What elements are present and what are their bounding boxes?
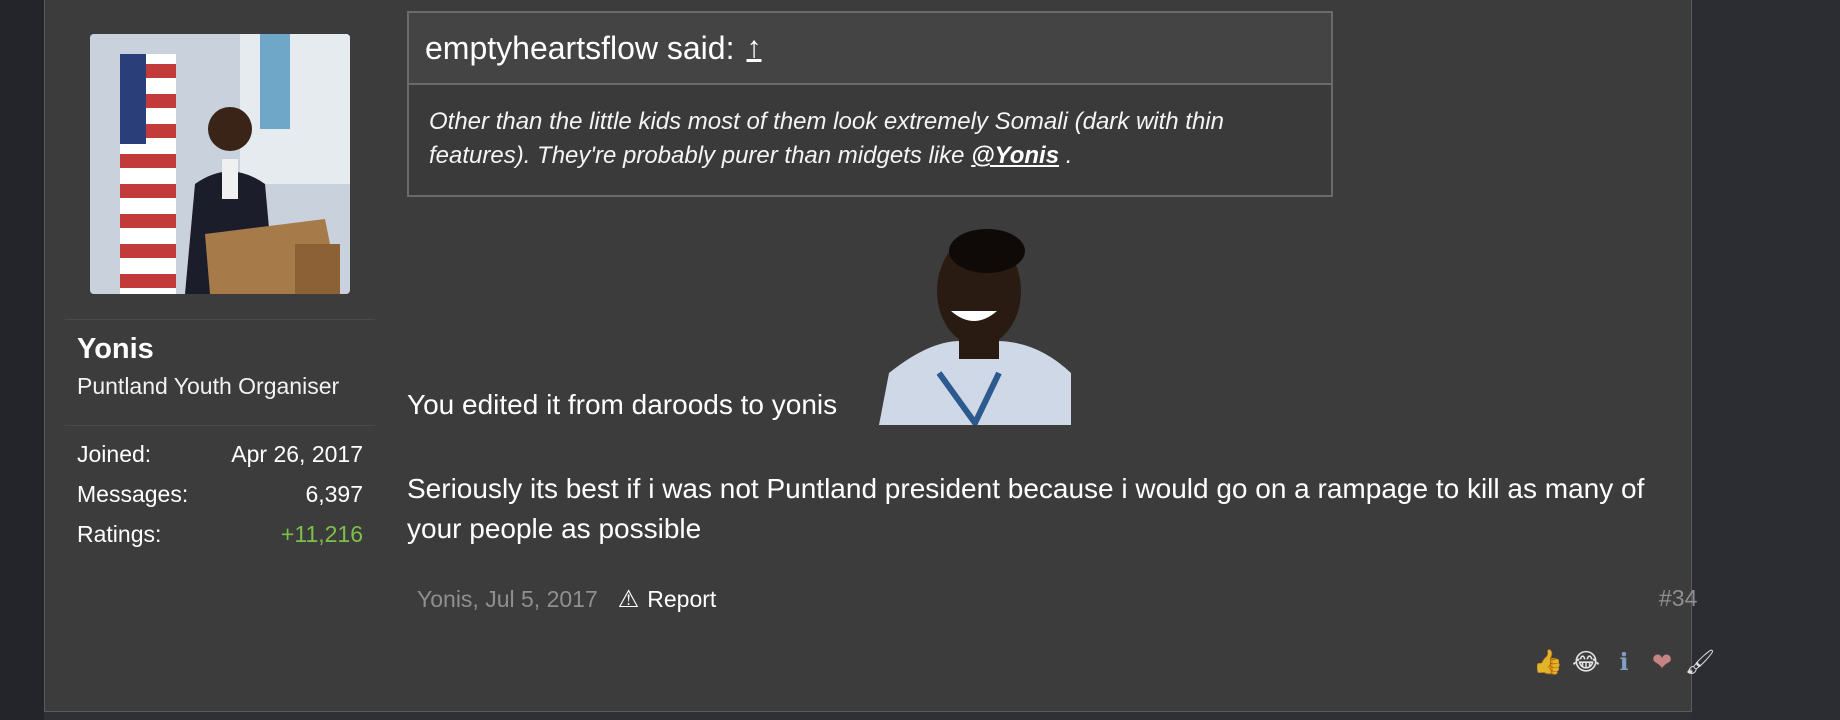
stat-label: Ratings: — [77, 521, 162, 547]
reaction-bar: 👍 😂 ℹ ❤ 🖌 — [1531, 645, 1717, 679]
message-line: You edited it from daroods to yonis — [407, 389, 838, 420]
quote-header: emptyheartsflow said: ↑ — [409, 13, 1331, 85]
heart-icon[interactable]: ❤ — [1645, 645, 1679, 679]
meme-image — [879, 223, 1071, 429]
sidebar-divider — [65, 425, 375, 426]
meme-person-icon — [879, 229, 1071, 429]
quote-author[interactable]: emptyheartsflow said: — [425, 30, 734, 67]
stat-value: +11,216 — [280, 521, 363, 547]
page-right-gutter — [1692, 0, 1840, 720]
quote-text-after: . — [1059, 142, 1073, 169]
sidebar-divider — [65, 319, 375, 320]
quote-block: emptyheartsflow said: ↑ Other than the l… — [407, 11, 1333, 197]
jump-to-quote-icon[interactable]: ↑ — [746, 31, 761, 65]
warning-icon: ⚠ — [617, 586, 640, 613]
message-line: Seriously its best if i was not Puntland… — [407, 473, 1645, 544]
quote-text: Other than the little kids most of them … — [409, 85, 1331, 173]
stat-value: Apr 26, 2017 — [231, 441, 363, 467]
post-date-link[interactable]: Yonis, Jul 5, 2017 — [417, 586, 598, 613]
username[interactable]: Yonis — [77, 333, 154, 366]
avatar-photo-icon — [90, 34, 350, 294]
quote-text-before: Other than the little kids most of them … — [429, 108, 1224, 169]
stat-joined: Joined: Apr 26, 2017 — [77, 441, 363, 471]
post-footer: Yonis, Jul 5, 2017 ⚠ Report — [417, 585, 716, 614]
info-icon[interactable]: ℹ — [1607, 645, 1641, 679]
report-label: Report — [647, 586, 717, 612]
user-title: Puntland Youth Organiser — [77, 373, 340, 399]
brush-icon[interactable]: 🖌 — [1683, 645, 1717, 679]
post-number-link[interactable]: #34 — [1659, 585, 1697, 612]
thumbs-up-icon[interactable]: 👍 — [1531, 645, 1565, 679]
stat-value[interactable]: 6,397 — [305, 481, 363, 511]
stat-messages: Messages: 6,397 — [77, 481, 363, 511]
user-avatar[interactable] — [90, 34, 350, 294]
report-button[interactable]: ⚠ Report — [618, 585, 717, 614]
laugh-icon[interactable]: 😂 — [1569, 645, 1603, 679]
post-bottom-edge — [44, 712, 1692, 720]
forum-post: Yonis Puntland Youth Organiser Joined: A… — [44, 0, 1715, 712]
user-mention-link[interactable]: @Yonis — [971, 142, 1059, 169]
stat-ratings: Ratings: +11,216 — [77, 521, 363, 551]
stat-label: Messages: — [77, 481, 189, 507]
stat-label: Joined: — [77, 441, 152, 467]
